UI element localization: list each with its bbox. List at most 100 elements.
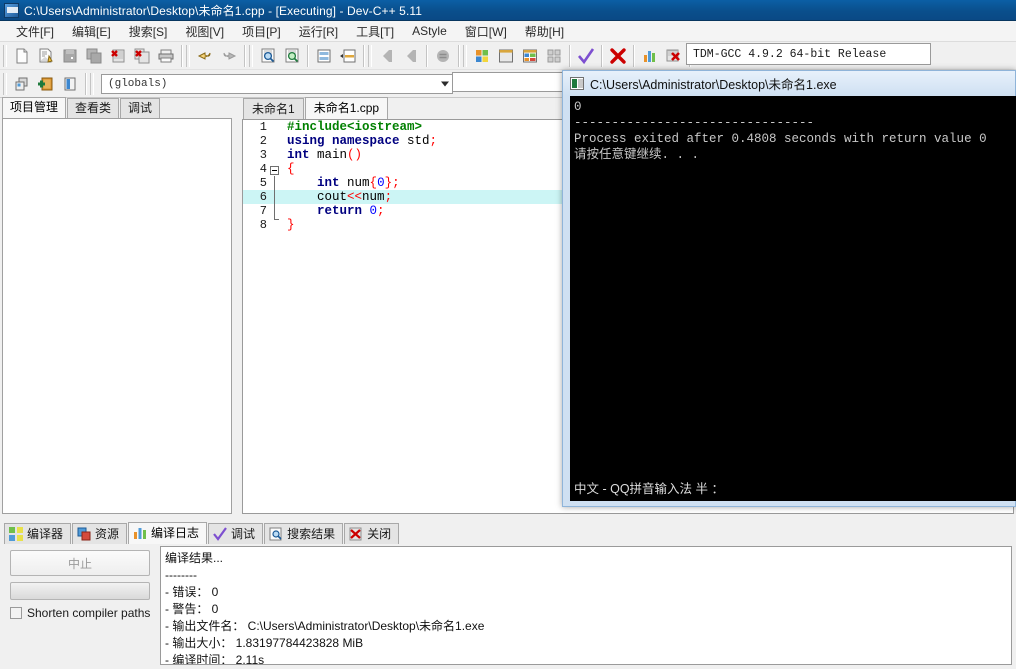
- save-icon[interactable]: [59, 45, 81, 67]
- toolbar-separator-5: [426, 44, 428, 67]
- toolbar-separator-2: [244, 44, 246, 67]
- menu-help[interactable]: 帮助[H]: [516, 21, 573, 42]
- toolbar-grip[interactable]: [3, 44, 7, 67]
- console-window[interactable]: C:\Users\Administrator\Desktop\未命名1.exe …: [562, 70, 1016, 507]
- abort-button[interactable]: 中止: [10, 550, 150, 576]
- toolbar-grip-3[interactable]: [249, 44, 253, 67]
- devcpp-icon: [4, 2, 19, 18]
- toolbar-grip-6[interactable]: [3, 72, 7, 95]
- tab-debug-bottom[interactable]: 调试: [208, 523, 264, 544]
- menu-view[interactable]: 视图[V]: [176, 21, 233, 42]
- toolbar-grip-2[interactable]: [186, 44, 190, 67]
- toolbar-separator-11: [85, 72, 87, 95]
- editor-tab-0[interactable]: 未命名1: [243, 98, 304, 119]
- print-icon[interactable]: [155, 45, 177, 67]
- line-number-8: 8: [259, 218, 267, 232]
- tab-compile-log[interactable]: 编译日志: [128, 522, 208, 544]
- delete-profile-icon[interactable]: [663, 45, 685, 67]
- add-to-project-icon[interactable]: [35, 73, 57, 95]
- tab-debug-label: 调试: [231, 527, 256, 541]
- compiler-icon: [9, 527, 23, 541]
- toolbar-grip-7[interactable]: [90, 72, 94, 95]
- tab-search-results[interactable]: 搜索结果: [264, 523, 344, 544]
- stop-execution-icon[interactable]: [607, 45, 629, 67]
- window-title: C:\Users\Administrator\Desktop\未命名1.cpp …: [24, 3, 423, 18]
- replace-icon[interactable]: [281, 45, 303, 67]
- menu-edit[interactable]: 编辑[E]: [63, 21, 120, 42]
- open-file-icon[interactable]: [35, 45, 57, 67]
- compiler-select[interactable]: TDM-GCC 4.9.2 64-bit Release: [686, 43, 931, 65]
- tab-close-label: 关闭: [367, 527, 392, 541]
- shorten-paths-label: Shorten compiler paths: [27, 606, 151, 620]
- menu-astyle[interactable]: AStyle: [403, 22, 456, 40]
- console-line-0: 0: [574, 100, 582, 114]
- tab-project-manager[interactable]: 项目管理: [2, 97, 67, 118]
- tab-debug[interactable]: 调试: [120, 98, 161, 118]
- back-icon[interactable]: [376, 45, 398, 67]
- goto-line-icon[interactable]: [313, 45, 335, 67]
- shorten-paths-checkbox[interactable]: [10, 607, 22, 619]
- debug-check-icon[interactable]: [575, 45, 597, 67]
- log-line-6: - 编译时间： 2.11s: [165, 653, 265, 665]
- new-project-icon[interactable]: [11, 73, 33, 95]
- scope-select[interactable]: (globals): [101, 73, 453, 94]
- close-all-icon[interactable]: [131, 45, 153, 67]
- console-title-text: C:\Users\Administrator\Desktop\未命名1.exe: [590, 78, 837, 92]
- toolbar-grip-4[interactable]: [368, 44, 372, 67]
- undo-icon[interactable]: [194, 45, 216, 67]
- profile-icon[interactable]: [639, 45, 661, 67]
- search-result-icon: [269, 527, 283, 541]
- new-file-icon[interactable]: [11, 45, 33, 67]
- insert-icon[interactable]: [337, 45, 359, 67]
- close-file-icon[interactable]: [107, 45, 129, 67]
- log-line-2: - 错误： 0: [165, 585, 219, 599]
- menu-project[interactable]: 项目[P]: [233, 21, 290, 42]
- debug-icon: [213, 527, 227, 541]
- tab-resource-label: 资源: [95, 527, 120, 541]
- run-icon[interactable]: [495, 45, 517, 67]
- menu-file[interactable]: 文件[F]: [7, 21, 63, 42]
- tab-resource[interactable]: 资源: [72, 523, 128, 544]
- bottom-panel-tabs: 编译器 资源 编译日志 调试 搜索结果 关闭: [0, 522, 1016, 544]
- editor-tab-1[interactable]: 未命名1.cpp: [304, 97, 389, 119]
- line-number-3: 3: [259, 148, 267, 162]
- menu-search[interactable]: 搜索[S]: [120, 21, 177, 42]
- code-text-6: cout<<num;: [317, 190, 393, 204]
- compile-log-output[interactable]: 编译结果... -------- - 错误： 0 - 警告： 0 - 输出文件名…: [160, 546, 1012, 665]
- console-line-2: Process exited after 0.4808 seconds with…: [574, 132, 987, 146]
- toolbar-separator-8: [601, 44, 603, 67]
- shorten-paths-row[interactable]: Shorten compiler paths: [10, 606, 150, 620]
- save-all-icon[interactable]: [83, 45, 105, 67]
- console-output[interactable]: 0 -------------------------------- Proce…: [570, 96, 1016, 501]
- toggle-icon[interactable]: [432, 45, 454, 67]
- tab-compiler[interactable]: 编译器: [4, 523, 72, 544]
- resource-icon: [77, 527, 91, 541]
- compile-run-icon[interactable]: [519, 45, 541, 67]
- menu-run[interactable]: 运行[R]: [290, 21, 347, 42]
- line-number-6: 6: [259, 190, 267, 204]
- toolbar-separator: [181, 44, 183, 67]
- find-icon[interactable]: [257, 45, 279, 67]
- menu-window[interactable]: 窗口[W]: [456, 21, 516, 42]
- tab-close[interactable]: 关闭: [344, 523, 400, 544]
- rebuild-icon[interactable]: [543, 45, 565, 67]
- project-tree[interactable]: [2, 118, 232, 514]
- toolbar-separator-4: [363, 44, 365, 67]
- remove-from-project-icon[interactable]: [59, 73, 81, 95]
- code-text-8: }: [287, 218, 295, 232]
- line-number-5: 5: [259, 176, 267, 190]
- redo-icon[interactable]: [218, 45, 240, 67]
- toolbar-grip-5[interactable]: [463, 44, 467, 67]
- code-text-2: using namespace std;: [287, 134, 438, 148]
- devcpp-window: C:\Users\Administrator\Desktop\未命名1.cpp …: [0, 0, 1016, 669]
- menu-tools[interactable]: 工具[T]: [347, 21, 403, 42]
- fold-toggle-icon[interactable]: [270, 166, 279, 175]
- compile-icon[interactable]: [471, 45, 493, 67]
- log-line-4: - 输出文件名： C:\Users\Administrator\Desktop\…: [165, 619, 485, 633]
- compile-log-body: 中止 Shorten compiler paths 编译结果... ------…: [2, 544, 1014, 667]
- toolbar-separator-6: [458, 44, 460, 67]
- compiler-select-value: TDM-GCC 4.9.2 64-bit Release: [693, 47, 887, 61]
- log-line-5: - 输出大小： 1.83197784423828 MiB: [165, 636, 364, 650]
- forward-icon[interactable]: [400, 45, 422, 67]
- tab-class-browser[interactable]: 查看类: [67, 98, 120, 118]
